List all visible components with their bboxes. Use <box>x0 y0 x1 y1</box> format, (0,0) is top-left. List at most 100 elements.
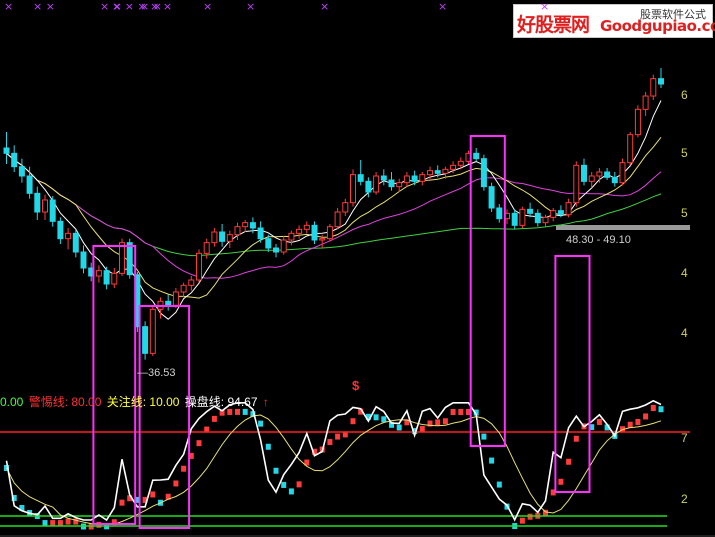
candle-body <box>196 252 202 281</box>
candle-body <box>627 134 634 164</box>
oscillator-bar <box>327 439 333 446</box>
candle-body <box>326 226 333 240</box>
candle-body <box>142 326 149 354</box>
candle-body <box>11 152 18 168</box>
oscillator-bar <box>519 517 525 524</box>
candle-body <box>280 239 287 253</box>
oscillator-bar <box>381 416 387 423</box>
oscillator-bar <box>489 457 495 464</box>
price-label-low: —36.53 <box>137 367 176 379</box>
price-label-low-dash: — <box>137 367 148 379</box>
candle-body <box>203 242 210 254</box>
candle-body <box>658 78 664 85</box>
oscillator-bar <box>281 481 287 488</box>
candle-body <box>95 270 102 277</box>
oscillator-bar <box>150 491 156 498</box>
ma60-line <box>6 152 662 257</box>
candle-body <box>427 170 433 176</box>
candle-body <box>396 182 403 188</box>
candle-body <box>457 160 464 166</box>
oscillator-bar <box>635 418 641 425</box>
top-mark: × <box>540 0 550 13</box>
indicator-value-0: 0.00 <box>0 395 24 409</box>
oscillator-bar <box>627 421 633 428</box>
candle-body <box>103 270 110 285</box>
candle-body <box>588 175 595 182</box>
candle-body <box>34 192 41 213</box>
highlight-box <box>469 135 506 447</box>
kline-chart[interactable] <box>0 0 715 537</box>
candle-body <box>565 202 572 216</box>
candle-body <box>434 170 441 174</box>
candle-body <box>3 147 10 154</box>
candle-body <box>403 175 410 184</box>
oscillator-bar <box>181 465 187 472</box>
price-label-mid: 48.30 - 49.10 <box>566 234 631 246</box>
y-axis-label-7: 2 <box>681 492 688 506</box>
candle-body <box>611 176 618 184</box>
indicator-legend: 0.00 警惕线: 80.00 关注线: 10.00 操盘线: 94.67 ↑ <box>0 393 271 410</box>
candle-body <box>496 207 503 220</box>
top-mark: × × × × × <box>112 0 173 13</box>
candle-body <box>265 238 272 249</box>
stock-chart-window: 好股票网 Goodgupiao.com 股票软件公式 ×× ×× ×× ×× ×… <box>0 0 715 537</box>
top-mark: × <box>4 0 14 13</box>
candle-body <box>188 279 195 286</box>
candle-body <box>49 199 56 222</box>
ma20-line <box>6 152 662 279</box>
oscillator-bar <box>435 419 441 426</box>
oscillator-bar <box>288 488 294 495</box>
watermark-brand: 好股票网 <box>517 14 590 36</box>
up-arrow-icon: ↑ <box>262 395 269 409</box>
ma5-line <box>6 100 662 320</box>
candle-body <box>319 238 326 241</box>
price-band <box>556 225 690 230</box>
candle-body <box>357 174 364 182</box>
candle-body <box>473 152 480 160</box>
indicator-warning-line: 警惕线: 80.00 <box>28 395 102 409</box>
oscillator-bar <box>335 433 341 440</box>
candle-body <box>334 211 341 228</box>
oscillator-bar <box>211 415 217 422</box>
candle-body <box>311 224 318 241</box>
candle-body <box>634 108 641 136</box>
oscillator-bar <box>296 481 302 488</box>
top-mark: × <box>203 0 213 13</box>
candle-body <box>42 199 48 213</box>
candle-body <box>365 180 372 193</box>
oscillator-bar <box>42 520 48 527</box>
oscillator-bar <box>558 478 564 485</box>
candle-body <box>149 308 156 354</box>
candle-body <box>249 222 256 229</box>
oscillator-bar <box>350 418 356 425</box>
top-mark: × <box>320 0 330 13</box>
candle-body <box>480 158 487 188</box>
oscillator-bar <box>566 458 572 465</box>
candle-body <box>534 212 541 224</box>
oscillator-bar <box>458 409 464 415</box>
candle-body <box>273 247 279 253</box>
oscillator-bar <box>496 481 502 488</box>
candle-body <box>573 164 580 204</box>
indicator-focus-line: 关注线: 10.00 <box>106 395 180 409</box>
oscillator-bar <box>643 413 649 420</box>
oscillator-bar <box>650 405 656 411</box>
candle-body <box>442 168 449 174</box>
candle-body <box>165 300 172 306</box>
oscillator-bar <box>119 499 125 506</box>
oscillator-bar <box>273 467 279 474</box>
candle-body <box>419 174 426 182</box>
candle-body <box>72 232 79 253</box>
oscillator-bar <box>50 520 56 527</box>
oscillator-bar <box>573 435 579 442</box>
y-axis-label-5: 4 <box>681 326 688 340</box>
candle-body <box>242 222 249 228</box>
oscillator-bar <box>481 433 487 440</box>
signal-dollar: $ <box>352 378 360 393</box>
candle-body <box>519 208 526 226</box>
candle-body <box>388 179 395 188</box>
indicator-trade-line: 操盘线: 94.67 <box>184 395 258 409</box>
candle-body <box>604 171 611 178</box>
candle-body <box>350 174 356 204</box>
oscillator-bar <box>450 409 456 415</box>
